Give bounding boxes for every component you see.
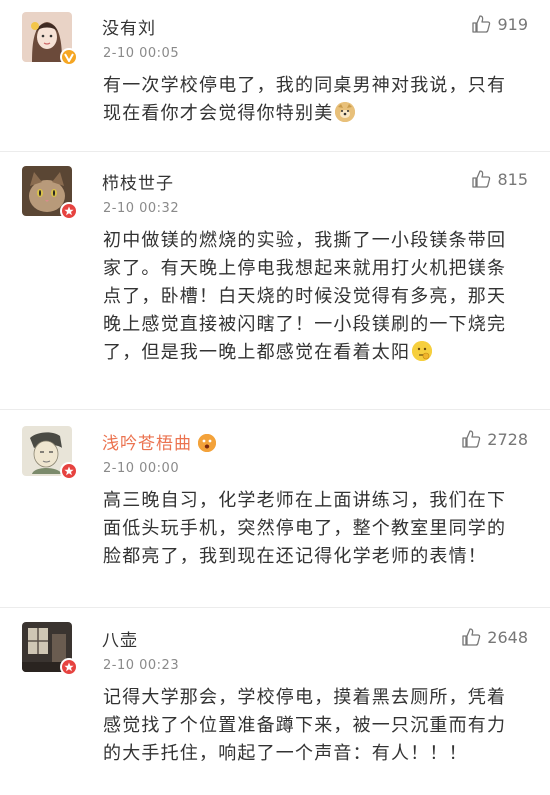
comment-item: 栉枝世子 2-10 00:32 815 初中做镁的燃烧的实验，我撕了一小段镁条带… (0, 152, 550, 410)
like-button[interactable]: 2728 (461, 429, 528, 449)
like-button[interactable]: 2648 (461, 627, 528, 647)
like-count: 2728 (487, 429, 528, 449)
like-button[interactable]: 919 (471, 14, 528, 34)
thumbs-up-icon (472, 15, 491, 33)
comment-feed: 爆笑排行榜 没有刘 2-10 00:05 919 有一次学校停电了，我 (0, 0, 550, 795)
commenter-name[interactable]: 浅吟苍梧曲 (102, 429, 216, 454)
comment-body: 有一次学校停电了，我的同桌男神对我说，只有现在看你才会觉得你特别美 (103, 75, 507, 124)
thinking-emoji-icon (412, 341, 433, 361)
thumbs-up-icon (462, 628, 481, 646)
like-count: 919 (497, 14, 528, 34)
thumbs-up-icon (472, 170, 491, 188)
commenter-name[interactable]: 没有刘 (102, 14, 156, 39)
comment-text: 初中做镁的燃烧的实验，我撕了一小段镁条带回家了。有天晚上停电我想起来就用打火机把… (103, 227, 523, 367)
commenter-name[interactable]: 八壶 (102, 626, 138, 651)
comment-body: 记得大学那会，学校停电，摸着黑去厕所，凭着感觉找了个位置准备蹲下来，被一只沉重而… (103, 687, 507, 764)
red-star-badge-icon (60, 462, 78, 480)
doge-emoji-icon (335, 102, 356, 122)
verified-v-badge-icon (60, 48, 78, 66)
comment-body: 初中做镁的燃烧的实验，我撕了一小段镁条带回家了。有天晚上停电我想起来就用打火机把… (103, 230, 507, 363)
scared-emoji-icon (198, 434, 216, 452)
comment-time: 2-10 00:05 (103, 46, 180, 61)
red-star-badge-icon (60, 658, 78, 676)
comment-time: 2-10 00:00 (103, 461, 180, 476)
comment-text: 记得大学那会，学校停电，摸着黑去厕所，凭着感觉找了个位置准备蹲下来，被一只沉重而… (103, 684, 523, 768)
comment-text: 有一次学校停电了，我的同桌男神对我说，只有现在看你才会觉得你特别美 (103, 72, 523, 128)
comment-item: 浅吟苍梧曲 2-10 00:00 2728 高三晚自习，化学老师在上面讲练习，我… (0, 410, 550, 608)
thumbs-up-icon (462, 430, 481, 448)
red-star-badge-icon (60, 202, 78, 220)
commenter-name-text: 浅吟苍梧曲 (102, 434, 192, 454)
comment-item: 没有刘 2-10 00:05 919 有一次学校停电了，我的同桌男神对我说，只有… (0, 0, 550, 152)
commenter-name[interactable]: 栉枝世子 (102, 169, 174, 194)
comment-text: 高三晚自习，化学老师在上面讲练习，我们在下面低头玩手机，突然停电了，整个教室里同… (103, 487, 523, 571)
comment-body: 高三晚自习，化学老师在上面讲练习，我们在下面低头玩手机，突然停电了，整个教室里同… (103, 490, 507, 567)
comment-time: 2-10 00:23 (103, 658, 180, 673)
like-button[interactable]: 815 (471, 169, 528, 189)
comment-item: 八壶 2-10 00:23 2648 记得大学那会，学校停电，摸着黑去厕所，凭着… (0, 608, 550, 795)
like-count: 815 (497, 169, 528, 189)
comment-time: 2-10 00:32 (103, 201, 180, 216)
like-count: 2648 (487, 627, 528, 647)
